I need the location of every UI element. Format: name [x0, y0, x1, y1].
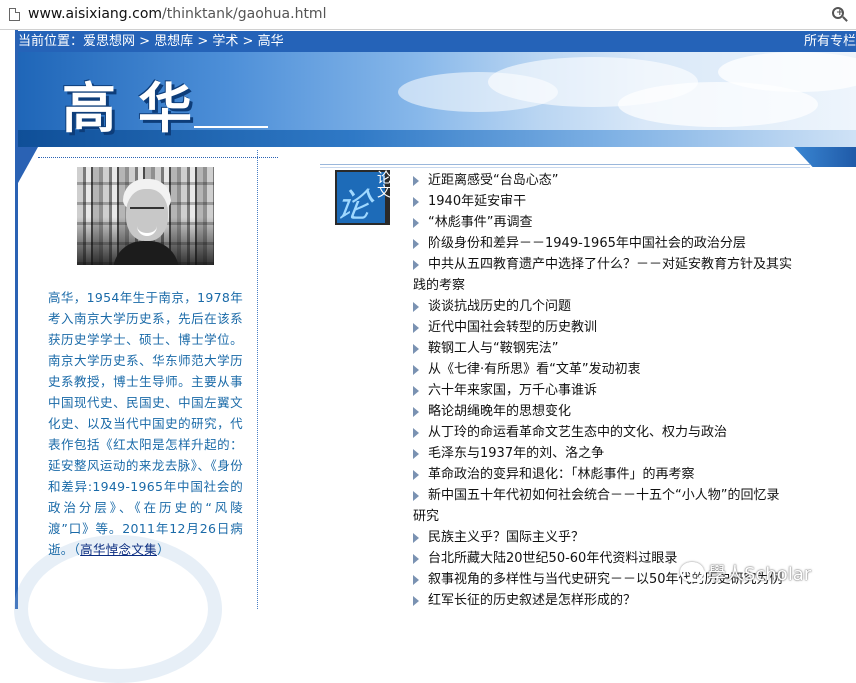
bullet-icon	[413, 407, 419, 417]
bullet-icon	[413, 596, 419, 606]
papers-section-logo: 论 论文	[335, 170, 390, 225]
bullet-icon	[413, 386, 419, 396]
article-link[interactable]: 阶级身份和差异－－1949-1965年中国社会的政治分层	[428, 236, 746, 251]
article-link[interactable]: 践的考察	[413, 278, 465, 293]
breadcrumb-item-academic[interactable]: 学术	[212, 34, 238, 49]
list-item[interactable]: 革命政治的变异和退化：「林彪事件」的再考察	[413, 464, 813, 485]
bullet-icon	[413, 344, 419, 354]
article-link[interactable]: 鞍钢工人与“鞍钢宪法”	[428, 341, 558, 356]
url-host: www.aisixiang.com	[28, 6, 163, 22]
breadcrumb-item-home[interactable]: 爱思想网	[83, 34, 135, 49]
article-link[interactable]: 六十年来家国，万千心事谁诉	[428, 383, 597, 398]
bullet-icon	[413, 449, 419, 459]
article-link[interactable]: 从《七律·有所思》看“文革”发动初衷	[428, 362, 641, 377]
author-bio: 高华，1954年生于南京，1978年考入南京大学历史系，先后在该系获历史学学士、…	[48, 287, 243, 560]
list-item[interactable]: 从丁玲的命运看革命文艺生态中的文化、权力与政治	[413, 422, 813, 443]
bullet-icon	[413, 302, 419, 312]
page-icon	[9, 8, 20, 21]
bullet-icon	[413, 197, 419, 207]
list-item[interactable]: 六十年来家国，万千心事谁诉	[413, 380, 813, 401]
list-item[interactable]: 谈谈抗战历史的几个问题	[413, 296, 813, 317]
bio-text: 高华，1954年生于南京，1978年考入南京大学历史系，先后在该系获历史学学士、…	[48, 290, 243, 557]
article-link[interactable]: 从丁玲的命运看革命文艺生态中的文化、权力与政治	[428, 425, 727, 440]
list-item[interactable]: 新中国五十年代初如何社会统合－－十五个“小人物”的回忆录	[413, 485, 813, 506]
url-text[interactable]: www.aisixiang.com/thinktank/gaohua.html	[28, 6, 326, 22]
address-bar[interactable]: www.aisixiang.com/thinktank/gaohua.html …	[0, 0, 856, 30]
article-link[interactable]: 近代中国社会转型的历史教训	[428, 320, 597, 335]
breadcrumb-bar: 当前位置：爱思想网 > 思想库 > 学术 > 高华 所有专栏	[18, 31, 856, 52]
all-columns-link[interactable]: 所有专栏	[804, 31, 856, 52]
list-item[interactable]: 近距离感受“台岛心态”	[413, 170, 813, 191]
article-link[interactable]: 新中国五十年代初如何社会统合－－十五个“小人物”的回忆录	[428, 488, 779, 503]
list-item[interactable]: 略论胡绳晚年的思想变化	[413, 401, 813, 422]
article-link[interactable]: 毛泽东与1937年的刘、洛之争	[428, 446, 604, 461]
left-frame-border	[0, 30, 18, 609]
profile-column: 高华，1954年生于南京，1978年考入南京大学历史系，先后在该系获历史学学士、…	[14, 150, 258, 683]
list-item[interactable]: 践的考察	[413, 275, 813, 296]
list-item[interactable]: 从《七律·有所思》看“文革”发动初衷	[413, 359, 813, 380]
article-link[interactable]: 研究	[413, 509, 439, 524]
article-link[interactable]: 红军长征的历史叙述是怎样形成的？	[428, 593, 636, 608]
bullet-icon	[413, 491, 419, 501]
page-title: 高华	[62, 76, 214, 140]
breadcrumb-separator: >	[135, 34, 155, 49]
article-link[interactable]: 台北所藏大陆20世纪50-60年代资料过眼录	[428, 551, 677, 566]
list-item[interactable]: 研究	[413, 506, 813, 527]
bullet-icon	[413, 428, 419, 438]
bullet-icon	[413, 239, 419, 249]
breadcrumb-item-current: 高华	[257, 34, 284, 49]
article-list: 近距离感受“台岛心态” 1940年延安审干 “林彪事件”再调查阶级身份和差异－－19…	[413, 170, 813, 611]
article-link[interactable]: 1940年延安审干	[428, 194, 526, 209]
zoom-icon[interactable]: +	[832, 7, 844, 19]
bullet-icon	[413, 260, 419, 270]
url-path: /thinktank/gaohua.html	[162, 6, 327, 22]
breadcrumb-separator: >	[193, 34, 213, 49]
list-item[interactable]: 中共从五四教育遗产中选择了什么？－－对延安教育方针及其实	[413, 254, 813, 275]
article-link[interactable]: “林彪事件”再调查	[428, 215, 532, 230]
list-item[interactable]: “林彪事件”再调查	[413, 212, 813, 233]
list-item[interactable]: 民族主义乎？国际主义乎？	[413, 527, 813, 548]
breadcrumb-separator: >	[238, 34, 258, 49]
banner: 高华	[18, 52, 856, 147]
bullet-icon	[413, 533, 419, 543]
article-link[interactable]: 近距离感受“台岛心态”	[428, 173, 558, 188]
list-item[interactable]: 阶级身份和差异－－1949-1965年中国社会的政治分层	[413, 233, 813, 254]
list-item[interactable]: 近代中国社会转型的历史教训	[413, 317, 813, 338]
bullet-icon	[413, 365, 419, 375]
article-link[interactable]: 革命政治的变异和退化：「林彪事件」的再考察	[428, 467, 695, 482]
wechat-icon	[680, 562, 706, 582]
bio-end: ）	[156, 542, 170, 557]
watermark-text: 學人Scholar	[708, 564, 812, 585]
list-item[interactable]: 毛泽东与1937年的刘、洛之争	[413, 443, 813, 464]
bullet-icon	[413, 176, 419, 186]
bullet-icon	[413, 575, 419, 585]
article-link[interactable]: 谈谈抗战历史的几个问题	[428, 299, 571, 314]
bullet-icon	[413, 218, 419, 228]
breadcrumb: 当前位置：爱思想网 > 思想库 > 学术 > 高华	[18, 31, 284, 52]
article-link[interactable]: 略论胡绳晚年的思想变化	[428, 404, 571, 419]
logo-char: 论	[335, 186, 374, 225]
logo-label: 论文	[375, 170, 390, 198]
breadcrumb-prefix: 当前位置：	[18, 34, 84, 49]
list-item[interactable]: 鞍钢工人与“鞍钢宪法”	[413, 338, 813, 359]
bullet-icon	[413, 323, 419, 333]
breadcrumb-item-thinktank[interactable]: 思想库	[154, 34, 193, 49]
memorial-link[interactable]: 高华悼念文集	[80, 542, 157, 557]
author-portrait	[77, 167, 214, 265]
article-link[interactable]: 中共从五四教育遗产中选择了什么？－－对延安教育方针及其实	[428, 257, 792, 272]
list-item[interactable]: 红军长征的历史叙述是怎样形成的？	[413, 590, 813, 611]
bullet-icon	[413, 554, 419, 564]
article-link[interactable]: 民族主义乎？国际主义乎？	[428, 530, 584, 545]
list-item[interactable]: 1940年延安审干	[413, 191, 813, 212]
bullet-icon	[413, 470, 419, 480]
